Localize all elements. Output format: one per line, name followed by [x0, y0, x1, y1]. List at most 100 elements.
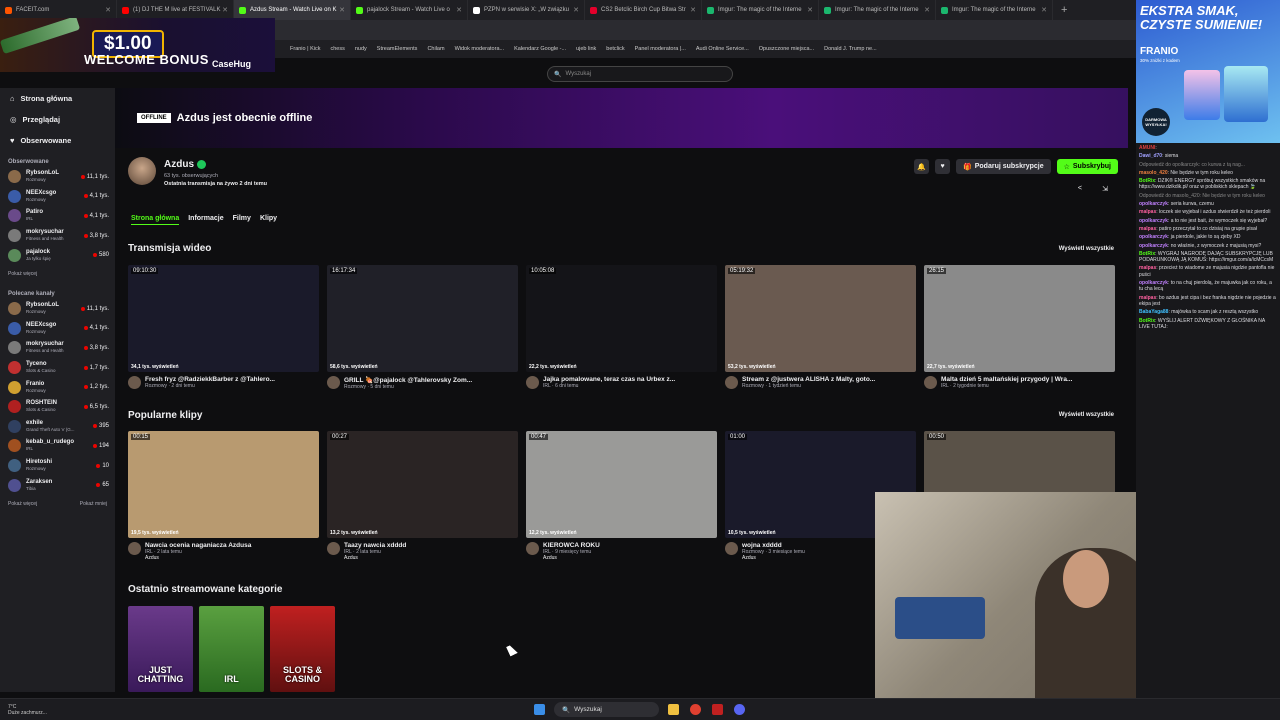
- browser-tab[interactable]: Imgur: The magic of the Interne ✕: [702, 0, 819, 20]
- thumbnail[interactable]: 00:27 13,2 tys. wyświetleń: [327, 431, 518, 538]
- nav-home[interactable]: ⌂ Strona główna: [0, 88, 115, 109]
- browser-tab[interactable]: (1) DJ THE M live at FESTIVALK ✕: [117, 0, 234, 20]
- sidebar-channel[interactable]: Patiro IRL 4,1 tys.: [0, 206, 115, 226]
- app-icon[interactable]: [712, 704, 723, 715]
- advertisement[interactable]: EKSTRA SMAK, CZYSTE SUMIENIE! FRANIO 30%…: [1136, 0, 1280, 143]
- chat-username[interactable]: AMUNI: [1139, 145, 1155, 151]
- bookmark-item[interactable]: Kalendarz Google -...: [514, 46, 566, 52]
- sidebar-channel[interactable]: kebab_u_rudego IRL 194: [0, 436, 115, 456]
- bookmark-item[interactable]: Widok moderatora...: [455, 46, 505, 52]
- bookmark-item[interactable]: Audi Online Service...: [696, 46, 749, 52]
- bookmark-item[interactable]: nudy: [355, 46, 367, 52]
- video-card[interactable]: 09:10:30 34,1 tys. wyświetleń Fresh fryz @…: [128, 265, 319, 395]
- gift-subs-button[interactable]: 🎁 Podaruj subskrypcje: [956, 159, 1051, 174]
- chat-username[interactable]: Dawi_d70: [1139, 153, 1162, 159]
- category-card[interactable]: IRL: [199, 606, 264, 692]
- sidebar-channel[interactable]: pajalock Ja tylko śpię 580: [0, 245, 115, 265]
- heart-icon[interactable]: ♥: [935, 159, 951, 174]
- chat-username[interactable]: malpas: [1139, 295, 1156, 301]
- show-more-recommended[interactable]: Pokaż więcej: [8, 501, 37, 507]
- bookmark-item[interactable]: chess: [330, 46, 344, 52]
- thumbnail[interactable]: 26:15 22,7 tys. wyświetleń: [924, 265, 1115, 372]
- discord-icon[interactable]: [734, 704, 745, 715]
- video-card[interactable]: 26:15 22,7 tys. wyświetleń Malta dzień 5 m…: [924, 265, 1115, 395]
- chat-username[interactable]: opolkarczyk: [1139, 280, 1168, 286]
- close-icon[interactable]: ✕: [222, 6, 228, 14]
- clip-card[interactable]: 00:47 12,2 tys. wyświetleń KIEROWCA ROKU IR…: [526, 431, 717, 561]
- avatar[interactable]: [128, 542, 141, 555]
- expand-icon[interactable]: ⇲: [1102, 185, 1108, 193]
- avatar[interactable]: [526, 376, 539, 389]
- sidebar-channel[interactable]: Tyceno Slots & Casino 1,7 tys.: [0, 358, 115, 378]
- avatar[interactable]: [128, 157, 156, 185]
- chrome-icon[interactable]: [690, 704, 701, 715]
- avatar[interactable]: [924, 376, 937, 389]
- close-icon[interactable]: ✕: [339, 6, 345, 14]
- sidebar-channel[interactable]: RybsonLoL Rozmowy 11,1 tys.: [0, 299, 115, 319]
- avatar[interactable]: [725, 376, 738, 389]
- sidebar-channel[interactable]: NEEXcsgo Rozmowy 4,1 tys.: [0, 187, 115, 207]
- bookmark-item[interactable]: Chilam: [427, 46, 444, 52]
- chat-username[interactable]: BabaYaga88: [1139, 309, 1168, 315]
- close-icon[interactable]: ✕: [456, 6, 462, 14]
- card-title[interactable]: Taazy nawcia xdddd: [344, 542, 509, 549]
- card-title[interactable]: KIEROWCA ROKU: [543, 542, 708, 549]
- bell-icon[interactable]: 🔔: [914, 159, 930, 174]
- chat-username[interactable]: masolo_420: [1139, 170, 1168, 176]
- share-icon[interactable]: <: [1078, 185, 1082, 192]
- close-icon[interactable]: ✕: [1041, 6, 1047, 14]
- chat-username[interactable]: opolkarczyk: [1139, 218, 1168, 224]
- bookmark-item[interactable]: Panel moderatora |...: [635, 46, 686, 52]
- card-title[interactable]: Malta dzień 5 maltańskiej przygody | Wra…: [941, 376, 1106, 383]
- videos-show-all[interactable]: Wyświetl wszystkie: [1059, 246, 1114, 252]
- avatar[interactable]: [128, 376, 141, 389]
- clip-card[interactable]: 00:27 13,2 tys. wyświetleń Taazy nawcia xd…: [327, 431, 518, 561]
- card-title[interactable]: GRILL 🍖@pajalock @Tahlerovsky Zom...: [344, 376, 509, 384]
- browser-tab[interactable]: Imgur: The magic of the Interne ✕: [819, 0, 936, 20]
- chat-username[interactable]: malpas: [1139, 209, 1156, 215]
- taskbar-search[interactable]: 🔍 Wyszukaj: [554, 702, 659, 717]
- sidebar-channel[interactable]: RybsonLoL Rozmowy 11,1 tys.: [0, 167, 115, 187]
- sidebar-channel[interactable]: mokrysuchar Fitness and Health 3,8 tys.: [0, 226, 115, 246]
- bookmark-item[interactable]: betclick: [606, 46, 624, 52]
- folder-icon[interactable]: [668, 704, 679, 715]
- show-more-followed[interactable]: Pokaż więcej: [8, 271, 37, 277]
- browser-tab[interactable]: Imgur: The magic of the Interne ✕: [936, 0, 1053, 20]
- browser-tab[interactable]: CS2 Betclic Birch Cup Bitwa Str ✕: [585, 0, 702, 20]
- card-title[interactable]: Fresh fryz @RadziekkBarber z @Tahlero...: [145, 376, 310, 383]
- avatar[interactable]: [725, 542, 738, 555]
- thumbnail[interactable]: 09:10:30 34,1 tys. wyświetleń: [128, 265, 319, 372]
- sidebar-channel[interactable]: ROSHTEIN Slots & Casino 6,5 tys.: [0, 397, 115, 417]
- close-icon[interactable]: ✕: [924, 6, 930, 14]
- sidebar-channel[interactable]: NEEXcsgo Rozmowy 4,1 tys.: [0, 319, 115, 339]
- close-icon[interactable]: ✕: [690, 6, 696, 14]
- sidebar-channel[interactable]: mokrysuchar Fitness and Health 3,8 tys.: [0, 338, 115, 358]
- chat-username[interactable]: opolkarczyk: [1139, 234, 1168, 240]
- chat-username[interactable]: BotRix: [1139, 251, 1155, 257]
- browser-tab[interactable]: PZPN w serwisie X: „W związku ✕: [468, 0, 585, 20]
- card-title[interactable]: Jajka pomalowane, teraz czas na Urbex z.…: [543, 376, 708, 383]
- bookmark-item[interactable]: StreamElements: [377, 46, 418, 52]
- video-card[interactable]: 10:05:08 22,2 tys. wyświetleń Jajka pomalo…: [526, 265, 717, 395]
- avatar[interactable]: [327, 376, 340, 389]
- subscribe-button[interactable]: ☆ Subskrybuj: [1056, 159, 1118, 174]
- browser-tab[interactable]: pajalock Stream - Watch Live o ✕: [351, 0, 468, 20]
- clips-show-all[interactable]: Wyświetl wszystkie: [1059, 412, 1114, 418]
- thumbnail[interactable]: 05:19:32 53,2 tys. wyświetleń: [725, 265, 916, 372]
- sidebar-channel[interactable]: Hiretoshi Rozmowy 10: [0, 456, 115, 476]
- thumbnail[interactable]: 16:17:34 58,6 tys. wyświetleń: [327, 265, 518, 372]
- browser-tab[interactable]: FACEIT.com ✕: [0, 0, 117, 20]
- thumbnail[interactable]: 00:47 12,2 tys. wyświetleń: [526, 431, 717, 538]
- nav-heart[interactable]: ♥ Obserwowane: [0, 130, 115, 151]
- nav-compass[interactable]: ◎ Przeglądaj: [0, 109, 115, 130]
- weather-widget[interactable]: 7°C Duże zachmurz...: [8, 704, 47, 716]
- tab-2[interactable]: Filmy: [233, 215, 251, 225]
- avatar[interactable]: [327, 542, 340, 555]
- sidebar-channel[interactable]: exhile Grand Theft Auto V (G... 395: [0, 417, 115, 437]
- close-icon[interactable]: ✕: [807, 6, 813, 14]
- video-card[interactable]: 05:19:32 53,2 tys. wyświetleń Stream z @ju…: [725, 265, 916, 395]
- card-title[interactable]: Nawcia ocenia naganiacza Azdusa: [145, 542, 310, 549]
- new-tab-button[interactable]: +: [1053, 4, 1075, 16]
- chat-username[interactable]: malpas: [1139, 226, 1156, 232]
- clip-card[interactable]: 00:15 19,5 tys. wyświetleń Nawcia ocenia n…: [128, 431, 319, 561]
